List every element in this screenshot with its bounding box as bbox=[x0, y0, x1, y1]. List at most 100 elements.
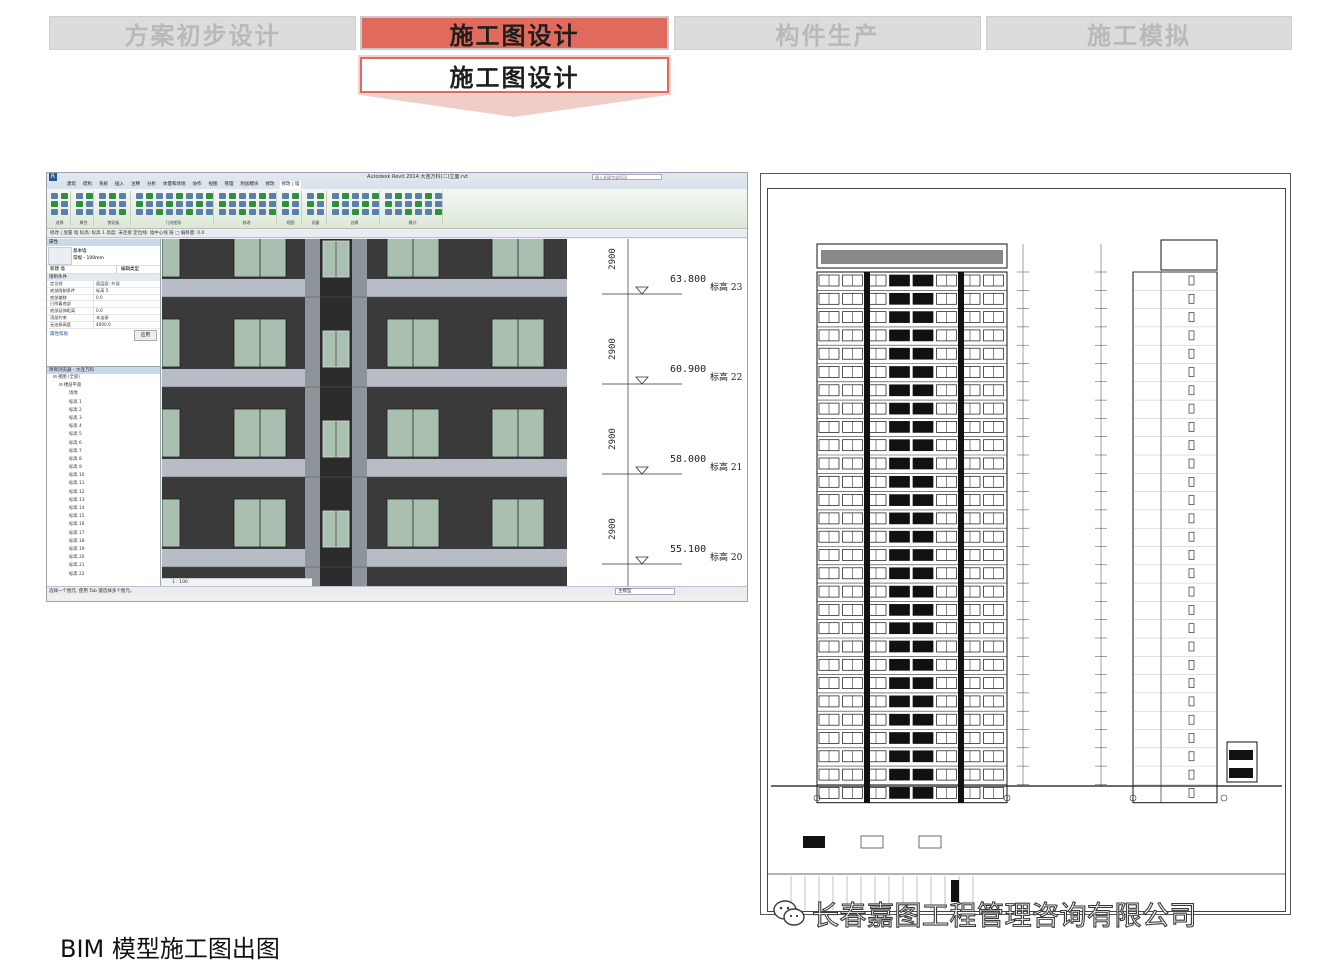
tool-icon[interactable] bbox=[317, 201, 324, 207]
tool-icon[interactable] bbox=[219, 193, 226, 199]
view-scale[interactable]: 1 : 100 bbox=[172, 580, 188, 585]
tool-icon[interactable] bbox=[405, 193, 412, 199]
tool-icon[interactable] bbox=[395, 201, 402, 207]
tool-icon[interactable] bbox=[86, 193, 93, 199]
tool-icon[interactable] bbox=[249, 201, 256, 207]
ribbon-tab[interactable]: 视图 bbox=[207, 181, 220, 189]
ribbon-tab[interactable]: 系统 bbox=[97, 181, 110, 189]
ribbon-tab[interactable]: 插入 bbox=[113, 181, 126, 189]
tool-icon[interactable] bbox=[229, 193, 236, 199]
tool-icon[interactable] bbox=[176, 193, 183, 199]
tool-icon[interactable] bbox=[352, 201, 359, 207]
tool-icon[interactable] bbox=[415, 201, 422, 207]
tool-icon[interactable] bbox=[425, 209, 432, 215]
ribbon-tab[interactable]: 体量和场地 bbox=[161, 181, 188, 189]
property-row[interactable]: 顶部约束 未连接 bbox=[47, 314, 160, 322]
tool-icon[interactable] bbox=[136, 209, 143, 215]
browser-item[interactable]: 标高 4 bbox=[47, 423, 160, 431]
view-control-bar[interactable]: 1 : 100 bbox=[162, 578, 312, 586]
browser-item[interactable]: 标高 6 bbox=[47, 440, 160, 448]
tool-icon[interactable] bbox=[372, 201, 379, 207]
tool-icon[interactable] bbox=[206, 209, 213, 215]
tool-icon[interactable] bbox=[282, 209, 289, 215]
tool-icon[interactable] bbox=[269, 201, 276, 207]
tool-icon[interactable] bbox=[99, 209, 106, 215]
tool-icon[interactable] bbox=[109, 193, 116, 199]
tool-icon[interactable] bbox=[405, 209, 412, 215]
tool-icon[interactable] bbox=[249, 193, 256, 199]
tool-icon[interactable] bbox=[372, 209, 379, 215]
tool-icon[interactable] bbox=[166, 209, 173, 215]
properties-help-link[interactable]: 属性帮助 bbox=[50, 330, 68, 341]
property-value[interactable]: 4000.0 bbox=[93, 321, 160, 328]
tool-icon[interactable] bbox=[156, 193, 163, 199]
browser-item[interactable]: 标高 15 bbox=[47, 513, 160, 521]
tool-icon[interactable] bbox=[332, 201, 339, 207]
tool-icon[interactable] bbox=[352, 193, 359, 199]
tool-icon[interactable] bbox=[196, 209, 203, 215]
tool-icon[interactable] bbox=[342, 201, 349, 207]
tab-construction-simulation[interactable]: 施工模拟 bbox=[986, 16, 1292, 50]
tool-icon[interactable] bbox=[425, 201, 432, 207]
tool-icon[interactable] bbox=[76, 209, 83, 215]
tool-icon[interactable] bbox=[51, 201, 58, 207]
tool-icon[interactable] bbox=[435, 201, 442, 207]
tool-icon[interactable] bbox=[206, 193, 213, 199]
tool-icon[interactable] bbox=[395, 209, 402, 215]
tool-icon[interactable] bbox=[109, 209, 116, 215]
browser-item[interactable]: 标高 21 bbox=[47, 562, 160, 570]
tool-icon[interactable] bbox=[415, 209, 422, 215]
ribbon-tab[interactable]: 管理 bbox=[223, 181, 236, 189]
browser-item[interactable]: 标高 10 bbox=[47, 472, 160, 480]
apply-button[interactable]: 应用 bbox=[134, 329, 157, 341]
tool-icon[interactable] bbox=[186, 209, 193, 215]
tool-icon[interactable] bbox=[86, 209, 93, 215]
tool-icon[interactable] bbox=[51, 209, 58, 215]
tool-icon[interactable] bbox=[385, 201, 392, 207]
tool-icon[interactable] bbox=[239, 209, 246, 215]
tool-icon[interactable] bbox=[219, 201, 226, 207]
tool-icon[interactable] bbox=[99, 201, 106, 207]
tool-icon[interactable] bbox=[239, 193, 246, 199]
tool-icon[interactable] bbox=[269, 209, 276, 215]
tool-icon[interactable] bbox=[425, 193, 432, 199]
tool-icon[interactable] bbox=[405, 201, 412, 207]
tool-icon[interactable] bbox=[109, 201, 116, 207]
tool-icon[interactable] bbox=[76, 193, 83, 199]
ribbon-tab[interactable]: 分析 bbox=[145, 181, 158, 189]
tool-icon[interactable] bbox=[317, 209, 324, 215]
options-bar[interactable]: 修改 | 放置 墙 标高: 标高 1 高度: 未连接 定位线: 墙中心线 链 □… bbox=[47, 230, 747, 238]
tool-icon[interactable] bbox=[229, 201, 236, 207]
ribbon-tab[interactable]: 建筑 bbox=[65, 181, 78, 189]
browser-item[interactable]: 标高 1 bbox=[47, 399, 160, 407]
tool-icon[interactable] bbox=[176, 209, 183, 215]
property-row[interactable]: 无连接高度 4000.0 bbox=[47, 321, 160, 329]
tool-icon[interactable] bbox=[206, 201, 213, 207]
tool-icon[interactable] bbox=[166, 193, 173, 199]
edit-type-button[interactable]: 编辑类型 bbox=[117, 266, 139, 273]
tab-construction-drawing[interactable]: 施工图设计 bbox=[360, 16, 669, 50]
tool-icon[interactable] bbox=[249, 209, 256, 215]
browser-item[interactable]: 标高 20 bbox=[47, 554, 160, 562]
browser-item[interactable]: 标高 7 bbox=[47, 448, 160, 456]
property-value[interactable]: 未连接 bbox=[93, 314, 160, 321]
tab-component-production[interactable]: 构件生产 bbox=[674, 16, 981, 50]
tool-icon[interactable] bbox=[146, 193, 153, 199]
tool-icon[interactable] bbox=[51, 193, 58, 199]
ribbon-tab[interactable]: 注释 bbox=[129, 181, 142, 189]
property-row[interactable]: 底部限制条件 标高 5 bbox=[47, 287, 160, 295]
tool-icon[interactable] bbox=[307, 209, 314, 215]
ribbon-tab[interactable]: 协作 bbox=[191, 181, 204, 189]
tool-icon[interactable] bbox=[99, 193, 106, 199]
property-value[interactable]: 0.0 bbox=[93, 294, 160, 301]
element-selector[interactable]: 新建 墙 bbox=[47, 266, 117, 273]
tool-icon[interactable] bbox=[136, 201, 143, 207]
browser-item[interactable]: ⊟ 楼层平面 bbox=[47, 382, 160, 390]
tool-icon[interactable] bbox=[136, 193, 143, 199]
browser-item[interactable]: ⊟ 视图 (全部) bbox=[47, 374, 160, 382]
browser-item[interactable]: 标高 12 bbox=[47, 489, 160, 497]
property-row[interactable]: 底部延伸距离 0.0 bbox=[47, 308, 160, 315]
tool-icon[interactable] bbox=[352, 209, 359, 215]
tool-icon[interactable] bbox=[292, 193, 299, 199]
tool-icon[interactable] bbox=[196, 193, 203, 199]
